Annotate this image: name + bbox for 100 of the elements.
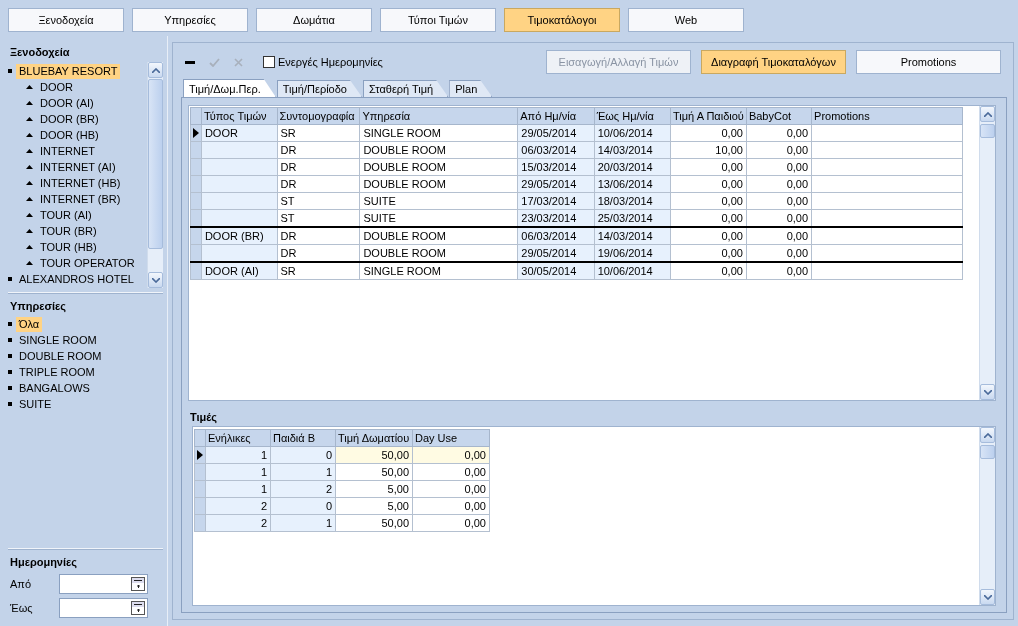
column-header[interactable]: Τιμή Δωματίου [335, 429, 413, 447]
table-cell: 0,00 [670, 124, 747, 142]
table-cell: 0,00 [746, 262, 812, 280]
column-header[interactable]: Promotions [811, 107, 963, 125]
section-title: Ξενοδοχεία [10, 46, 70, 58]
bullet-icon [8, 402, 12, 406]
column-header[interactable]: Τιμή Α Παιδιού [670, 107, 747, 125]
table-cell: 0,00 [746, 141, 812, 159]
scroll-down-button[interactable] [980, 384, 995, 400]
column-header[interactable]: BabyCot [746, 107, 812, 125]
column-header[interactable]: Day Use [412, 429, 490, 447]
hotel-item[interactable]: ALEXANDROS HOTEL [16, 271, 137, 287]
scroll-up-button[interactable] [980, 106, 995, 122]
nav-tab[interactable]: Τιμοκατάλογοι [504, 8, 620, 32]
table-cell: DOUBLE ROOM [359, 227, 518, 245]
triangle-icon [26, 117, 33, 121]
table-cell: 30/05/2014 [517, 262, 595, 280]
table-cell: DOUBLE ROOM [359, 158, 518, 176]
table-cell: SINGLE ROOM [359, 262, 518, 280]
nav-tab[interactable]: Web [628, 8, 744, 32]
date-field[interactable] [59, 574, 148, 594]
column-header[interactable]: Συντομογραφία [277, 107, 360, 125]
nav-tab[interactable]: Δωμάτια [256, 8, 372, 32]
table-cell: 14/03/2014 [594, 227, 671, 245]
table-cell: 0,00 [670, 175, 747, 193]
table-cell: DOOR (AI) [201, 262, 278, 280]
hotel-item[interactable]: BLUEBAY RESORT [16, 63, 121, 79]
bullet-icon [8, 322, 12, 326]
table-cell: DR [277, 141, 360, 159]
service-item[interactable]: TRIPLE ROOM [16, 364, 98, 380]
scrollbar[interactable] [979, 106, 995, 400]
rate-type-item[interactable]: TOUR OPERATOR [37, 255, 138, 271]
rate-type-item[interactable]: DOOR [37, 79, 76, 95]
row-header[interactable] [190, 262, 202, 280]
service-item[interactable]: SUITE [16, 396, 55, 412]
table-cell: 50,00 [335, 463, 413, 481]
column-header[interactable]: Ενήλικες [205, 429, 271, 447]
rate-type-item[interactable]: DOOR (HB) [37, 127, 102, 143]
triangle-icon [26, 197, 33, 201]
rate-type-item[interactable]: INTERNET (AI) [37, 159, 119, 175]
checkbox[interactable] [263, 56, 275, 68]
nav-tab[interactable]: Υπηρεσίες [132, 8, 248, 32]
rate-type-item[interactable]: TOUR (HB) [37, 239, 100, 255]
action-button[interactable]: Promotions [856, 50, 1001, 74]
caret-down-icon [151, 277, 160, 283]
rate-type-item[interactable]: INTERNET (HB) [37, 175, 124, 191]
section-title: Τιμές [190, 411, 217, 423]
section-title: Υπηρεσίες [10, 300, 67, 312]
table-cell: SR [277, 262, 360, 280]
table-cell: DR [277, 227, 360, 245]
rate-type-item[interactable]: DOOR (BR) [37, 111, 102, 127]
rate-type-item[interactable]: INTERNET (BR) [37, 191, 124, 207]
rate-type-item[interactable]: DOOR (AI) [37, 95, 97, 111]
triangle-icon [26, 133, 33, 137]
tab[interactable]: Σταθερή Τιμή [362, 80, 449, 97]
rate-type-item[interactable]: INTERNET [37, 143, 98, 159]
table-cell: 0,00 [746, 192, 812, 210]
check-icon [208, 57, 220, 67]
scroll-up-button[interactable] [980, 427, 995, 443]
caret-down-icon [983, 389, 992, 395]
table-cell: 0,00 [670, 227, 747, 245]
tab[interactable]: Plan [449, 80, 493, 97]
table-cell: ST [277, 192, 360, 210]
service-item[interactable]: DOUBLE ROOM [16, 348, 105, 364]
scroll-down-button[interactable] [148, 272, 163, 288]
row-header[interactable] [190, 227, 202, 245]
scroll-down-button[interactable] [980, 589, 995, 605]
table-cell: 0,00 [412, 514, 490, 532]
column-header[interactable]: Υπηρεσία [359, 107, 518, 125]
date-field[interactable] [59, 598, 148, 618]
table-cell: 0,00 [746, 175, 812, 193]
scroll-thumb[interactable] [980, 124, 995, 138]
table-cell: 0,00 [670, 192, 747, 210]
scroll-up-button[interactable] [148, 62, 163, 78]
rate-type-item[interactable]: TOUR (BR) [37, 223, 100, 239]
service-item[interactable]: BANGALOWS [16, 380, 93, 396]
caret-down-icon [983, 594, 992, 600]
rate-type-item[interactable]: TOUR (AI) [37, 207, 95, 223]
service-item[interactable]: Όλα [16, 316, 43, 332]
row-pointer-icon [193, 128, 199, 138]
column-header[interactable]: Έως Ημ/νία [594, 107, 671, 125]
nav-tab[interactable]: Ξενοδοχεία [8, 8, 124, 32]
bullet-icon [8, 354, 12, 358]
scrollbar[interactable] [147, 62, 163, 288]
column-header[interactable]: Τύπος Τιμών [201, 107, 278, 125]
service-item[interactable]: SINGLE ROOM [16, 332, 100, 348]
action-button[interactable]: Διαγραφή Τιμοκαταλόγων [701, 50, 846, 74]
table-cell: 10,00 [670, 141, 747, 159]
nav-tab[interactable]: Τύποι Τιμών [380, 8, 496, 32]
triangle-icon [26, 165, 33, 169]
scroll-thumb[interactable] [980, 445, 995, 459]
column-header[interactable]: Από Ημ/νία [517, 107, 595, 125]
scrollbar[interactable] [979, 427, 995, 605]
tab[interactable]: Τιμή/Δωμ.Περ. [183, 79, 276, 97]
column-header[interactable]: Παιδιά Β [270, 429, 336, 447]
table-cell: SUITE [359, 192, 518, 210]
row-pointer-icon [197, 450, 203, 460]
scroll-thumb[interactable] [148, 79, 163, 249]
table-cell: 0,00 [670, 158, 747, 176]
tab[interactable]: Τιμή/Περίοδο [276, 80, 362, 97]
